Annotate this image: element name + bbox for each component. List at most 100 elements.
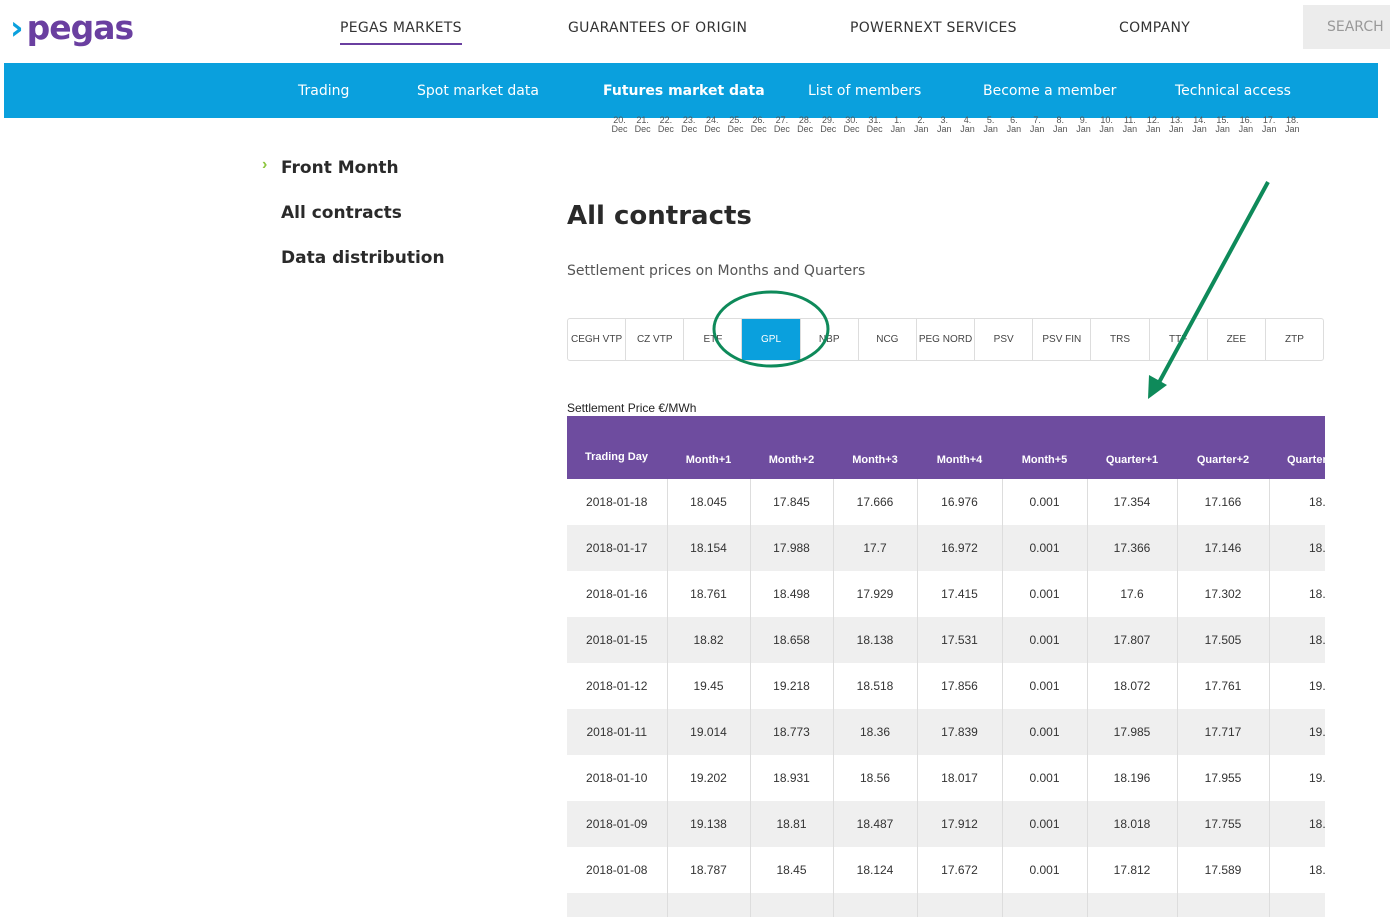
price-cell: 18.56 — [833, 755, 918, 801]
chevron-right-icon: › — [10, 8, 24, 47]
hub-tabs: CEGH VTP CZ VTP ETF GPL NBP NCG PEG NORD… — [567, 318, 1324, 361]
price-cell: 18.787 — [667, 847, 751, 893]
tab-cz-vtp[interactable]: CZ VTP — [626, 319, 685, 360]
price-cell: 18.138 — [833, 617, 918, 663]
trading-day-cell: 2018-01-10 — [567, 755, 668, 801]
subnav-become-a-member[interactable]: Become a member — [983, 83, 1116, 99]
table-header-row: Trading Day Month+1 Month+2 Month+3 Mont… — [567, 416, 1325, 479]
price-cell: 18.124 — [833, 847, 918, 893]
tab-ttf[interactable]: TTF — [1150, 319, 1208, 360]
tab-psv-fin[interactable]: PSV FIN — [1033, 319, 1092, 360]
price-cell: 18.154 — [667, 525, 751, 571]
tab-ncg[interactable]: NCG — [859, 319, 917, 360]
sidebar-item-data-distribution[interactable]: Data distribution — [281, 248, 445, 268]
sidebar-item-front-month[interactable]: Front Month — [281, 158, 399, 178]
price-cell: 18.95 — [1269, 617, 1325, 663]
subnav-technical-access[interactable]: Technical access — [1175, 83, 1291, 99]
price-cell: 0.001 — [1002, 525, 1088, 571]
subnav-trading[interactable]: Trading — [298, 83, 349, 99]
axis-tick-label: 13. Jan — [1165, 116, 1188, 134]
axis-tick-label: 11. Jan — [1118, 116, 1141, 134]
table-row: 2018-01-12 19.45 19.218 18.518 17.856 0.001 18… — [567, 663, 1325, 709]
trading-day-cell: 2018-01-12 — [567, 663, 668, 709]
column-header: Month+5 — [1002, 416, 1087, 479]
price-cell: 18.761 — [667, 571, 751, 617]
tab-ztp[interactable]: ZTP — [1266, 319, 1323, 360]
axis-tick-label: 30. Dec — [840, 116, 863, 134]
price-cell: 17.845 — [750, 479, 834, 525]
nav-pegas-markets[interactable]: PEGAS MARKETS — [340, 20, 462, 45]
axis-tick-month: Jan — [1145, 124, 1161, 134]
axis-tick-label: 1. Jan — [886, 116, 909, 134]
axis-tick-label: 14. Jan — [1188, 116, 1211, 134]
sidebar-item-all-contracts[interactable]: All contracts — [281, 203, 402, 223]
price-cell: 17.912 — [917, 801, 1003, 847]
axis-tick-label: 9. Jan — [1072, 116, 1095, 134]
axis-tick-month: Dec — [866, 124, 883, 134]
price-cell: 18.75 — [1269, 571, 1325, 617]
price-cell: 18.931 — [750, 755, 834, 801]
tab-peg-nord[interactable]: PEG NORD — [917, 319, 976, 360]
price-cell: 18.97 — [1269, 801, 1325, 847]
axis-tick-label: 15. Jan — [1211, 116, 1234, 134]
price-cell: 17.985 — [1087, 709, 1178, 755]
axis-tick-month: Dec — [727, 124, 744, 134]
trading-day-cell: 2018-01-09 — [567, 801, 668, 847]
table-row: 2018-01-11 19.014 18.773 18.36 17.839 0.001 17… — [567, 709, 1325, 755]
axis-tick-month: Jan — [960, 124, 975, 134]
axis-tick-label: 26. Dec — [747, 116, 770, 134]
price-cell: 17.988 — [750, 525, 834, 571]
subnav-futures-market-data[interactable]: Futures market data — [603, 83, 765, 99]
price-cell: 18.773 — [750, 709, 834, 755]
axis-tick-month: Jan — [1285, 124, 1300, 134]
column-header: Quarter+2 — [1177, 416, 1269, 479]
price-cell: 18.55 — [1269, 479, 1325, 525]
tab-cegh-vtp[interactable]: CEGH VTP — [568, 319, 627, 360]
settlement-table-container[interactable]: Trading Day Month+1 Month+2 Month+3 Mont… — [567, 416, 1325, 917]
nav-powernext-services[interactable]: POWERNEXT SERVICES — [850, 20, 1017, 36]
trading-day-cell: 2018-01-08 — [567, 847, 668, 893]
axis-tick-label: 23. Dec — [678, 116, 701, 134]
price-cell: 0.001 — [1002, 617, 1088, 663]
tab-psv[interactable]: PSV — [975, 319, 1034, 360]
page-title: All contracts — [567, 201, 752, 231]
axis-tick-label: 7. Jan — [1026, 116, 1049, 134]
axis-tick-month: Jan — [1029, 124, 1045, 134]
table-row: 2018-01-16 18.761 18.498 17.929 17.415 0.001 1… — [567, 571, 1325, 617]
axis-tick-month: Jan — [890, 124, 906, 134]
price-cell: 17.7 — [833, 525, 918, 571]
nav-company[interactable]: COMPANY — [1119, 20, 1190, 36]
price-cell: 16.972 — [917, 525, 1003, 571]
chart-x-axis: 20. Dec 21. Dec 22. Dec 23. Dec 24. Dec 25. Dec 26. D… — [600, 116, 1310, 140]
axis-tick-label: 4. Jan — [956, 116, 979, 134]
price-cell: 18.498 — [750, 571, 834, 617]
price-cell: 18.518 — [833, 663, 918, 709]
tab-nbp[interactable]: NBP — [801, 319, 859, 360]
axis-tick-label: 16. Jan — [1234, 116, 1257, 134]
price-cell: 17.302 — [1177, 571, 1270, 617]
column-header: Month+4 — [917, 416, 1002, 479]
price-cell — [917, 893, 1003, 917]
price-cell: 17.166 — [1177, 479, 1270, 525]
subnav-spot-market-data[interactable]: Spot market data — [417, 83, 539, 99]
price-cell: 17.807 — [1087, 617, 1178, 663]
price-cell: 17.505 — [1177, 617, 1270, 663]
search-button[interactable]: SEARCH — [1303, 5, 1390, 49]
trading-day-cell: 2018-01-16 — [567, 571, 668, 617]
tab-zee[interactable]: ZEE — [1208, 319, 1266, 360]
pegas-logo[interactable]: › pegas — [10, 8, 134, 47]
price-cell: 18.658 — [750, 617, 834, 663]
price-cell: 19.24 — [1269, 663, 1325, 709]
price-cell: 0.001 — [1002, 755, 1088, 801]
subnav-list-of-members[interactable]: List of members — [808, 83, 921, 99]
price-cell: 19.45 — [667, 663, 751, 709]
nav-guarantees-of-origin[interactable]: GUARANTEES OF ORIGIN — [568, 20, 747, 36]
table-row: 2018-01-08 18.787 18.45 18.124 17.672 0.001 17… — [567, 847, 1325, 893]
column-header: Quarter+1 — [1087, 416, 1177, 479]
settlement-table: Trading Day Month+1 Month+2 Month+3 Mont… — [567, 416, 1325, 917]
price-cell: 0.001 — [1002, 801, 1088, 847]
tab-gpl[interactable]: GPL — [742, 319, 801, 360]
tab-trs[interactable]: TRS — [1091, 319, 1150, 360]
tab-etf[interactable]: ETF — [684, 319, 743, 360]
price-cell: 18.196 — [1087, 755, 1178, 801]
